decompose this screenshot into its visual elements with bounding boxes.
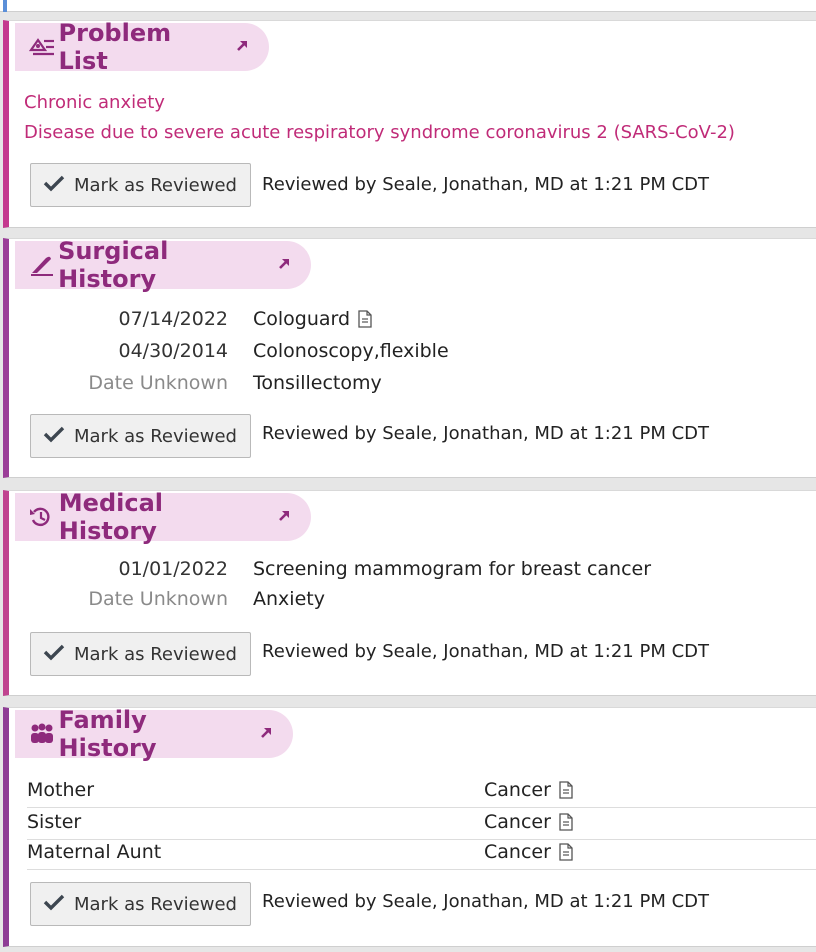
- mark-as-reviewed-button[interactable]: Mark as Reviewed: [30, 163, 251, 207]
- procedure-name: Cologuard: [253, 308, 351, 330]
- procedure-name: Tonsillectomy: [253, 372, 382, 394]
- family-condition: Cancer: [484, 811, 551, 833]
- surgical-history-header[interactable]: Surgical History: [15, 237, 311, 293]
- family-relation: Mother: [27, 779, 95, 801]
- family-relation: Sister: [27, 811, 82, 833]
- previous-section-edge: [0, 0, 816, 12]
- medical-history-section: Medical History 01/01/2022 Screening mam…: [3, 489, 816, 696]
- problem-list-header[interactable]: Problem List: [15, 19, 269, 75]
- problem-item[interactable]: Disease due to severe acute respiratory …: [24, 122, 735, 143]
- mark-as-reviewed-button[interactable]: Mark as Reviewed: [30, 414, 251, 458]
- document-icon[interactable]: [358, 310, 372, 328]
- family-history-row[interactable]: Mother Cancer: [27, 777, 816, 808]
- document-icon[interactable]: [559, 843, 573, 861]
- section-title: Medical History: [58, 489, 164, 545]
- diagnosis-name: Screening mammogram for breast cancer: [253, 558, 652, 580]
- document-icon[interactable]: [559, 813, 573, 831]
- reviewed-status: Reviewed by Seale, Jonathan, MD at 1:21 …: [262, 891, 709, 912]
- reviewed-status: Reviewed by Seale, Jonathan, MD at 1:21 …: [262, 423, 709, 444]
- external-link-arrow-icon: [277, 256, 291, 274]
- family-condition: Cancer: [484, 841, 551, 863]
- family-history-header[interactable]: Family History: [15, 706, 293, 762]
- section-title: Surgical History: [58, 237, 169, 293]
- problem-list-section: Problem List Chronic anxiety Disease due…: [3, 19, 816, 228]
- surgical-history-section: Surgical History 07/14/2022 Cologuard 04…: [3, 237, 816, 478]
- mark-as-reviewed-button[interactable]: Mark as Reviewed: [30, 882, 251, 926]
- procedure-date: 04/30/2014: [118, 340, 228, 362]
- button-label: Mark as Reviewed: [74, 643, 237, 665]
- scalpel-icon: [29, 254, 58, 276]
- button-label: Mark as Reviewed: [74, 174, 237, 196]
- diagnosis-date: 01/01/2022: [118, 558, 228, 580]
- family-history-section: Family History Mother Cancer Sister Canc…: [3, 706, 816, 947]
- family-relation: Maternal Aunt: [27, 841, 162, 863]
- family-condition: Cancer: [484, 779, 551, 801]
- section-title: Family History: [58, 706, 157, 762]
- problem-item[interactable]: Chronic anxiety: [24, 92, 165, 113]
- document-icon[interactable]: [559, 781, 573, 799]
- family-history-row[interactable]: Sister Cancer: [27, 809, 816, 840]
- mark-as-reviewed-button[interactable]: Mark as Reviewed: [30, 632, 251, 676]
- button-label: Mark as Reviewed: [74, 425, 237, 447]
- external-link-arrow-icon: [235, 38, 249, 56]
- external-link-arrow-icon: [277, 508, 291, 526]
- checkmark-icon: [43, 425, 65, 448]
- checkmark-icon: [43, 893, 65, 916]
- family-history-row[interactable]: Maternal Aunt Cancer: [27, 839, 816, 870]
- section-accent-bar: [3, 0, 7, 12]
- history-clock-icon: [29, 506, 59, 528]
- medical-history-header[interactable]: Medical History: [15, 489, 311, 545]
- checkmark-icon: [43, 643, 65, 666]
- diagnosis-name: Anxiety: [253, 588, 325, 610]
- checkmark-icon: [43, 174, 65, 197]
- family-icon: [29, 723, 59, 745]
- procedure-name: Colonoscopy,flexible: [253, 340, 449, 362]
- problem-list-icon: [29, 36, 59, 58]
- section-title: Problem List: [58, 19, 172, 75]
- diagnosis-date: Date Unknown: [88, 588, 228, 610]
- reviewed-status: Reviewed by Seale, Jonathan, MD at 1:21 …: [262, 641, 709, 662]
- button-label: Mark as Reviewed: [74, 893, 237, 915]
- procedure-date: 07/14/2022: [118, 308, 228, 330]
- procedure-date: Date Unknown: [88, 372, 228, 394]
- external-link-arrow-icon: [259, 725, 273, 743]
- reviewed-status: Reviewed by Seale, Jonathan, MD at 1:21 …: [262, 174, 709, 195]
